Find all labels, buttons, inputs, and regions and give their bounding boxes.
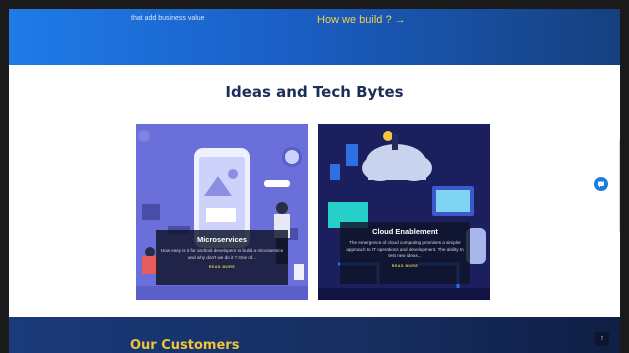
how-we-build-link[interactable]: How we build ? → (317, 14, 406, 26)
card-overlay: Microservices How easy is it for android… (156, 230, 288, 285)
card-description: The emergence of cloud computing promise… (346, 240, 464, 258)
customers-title: Our Customers (130, 338, 240, 353)
section-title: Ideas and Tech Bytes (225, 83, 404, 101)
hero-tagline: that add business value (131, 15, 205, 22)
arrow-up-icon: ↑ (600, 335, 604, 342)
vertical-scrollbar[interactable] (619, 139, 620, 233)
back-to-top-button[interactable]: ↑ (595, 332, 609, 346)
read-more-link[interactable]: READ MORE (160, 265, 284, 269)
card-title: Cloud Enablement (372, 227, 438, 236)
hero-banner: that add business value How we build ? → (9, 9, 620, 65)
read-more-link[interactable]: READ MORE (344, 264, 466, 268)
page-frame: that add business value How we build ? →… (9, 9, 620, 353)
chat-button[interactable] (594, 177, 608, 191)
card-title: Microservices (196, 235, 248, 244)
article-card-microservices[interactable]: Microservices How easy is it for android… (136, 124, 308, 300)
chat-icon (598, 181, 604, 188)
customers-section: Our Customers ↑ (9, 317, 620, 353)
card-description: How easy is it for android developers to… (160, 248, 284, 260)
article-card-cloud-enablement[interactable]: Cloud Enablement The emergence of cloud … (318, 124, 490, 300)
card-overlay: Cloud Enablement The emergence of cloud … (340, 222, 470, 284)
